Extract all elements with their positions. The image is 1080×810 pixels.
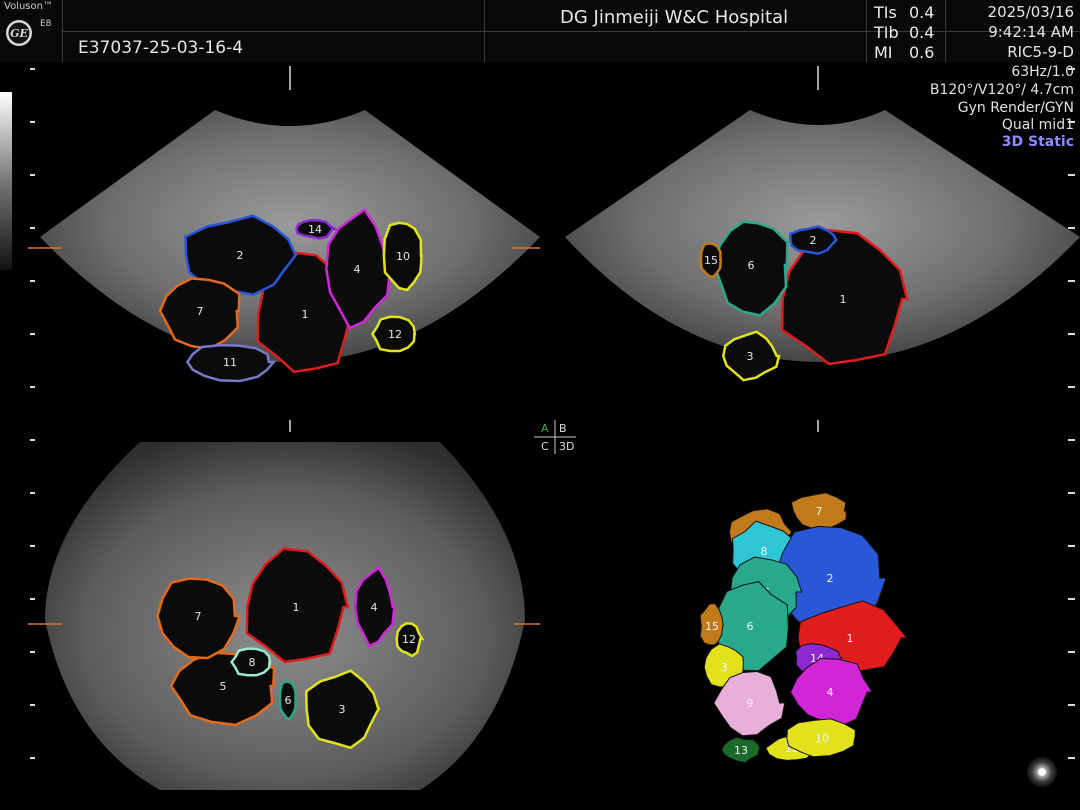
ge-logo: GE (0, 0, 62, 62)
hospital-name: DG Jinmeiji W&C Hospital (560, 7, 789, 28)
mi-value: 0.6 (909, 43, 935, 62)
cyst-label: 7 (195, 610, 202, 623)
cyst-label: 14 (308, 223, 322, 236)
cyst-label: 15 (704, 254, 718, 267)
cyst-label: 12 (402, 633, 416, 646)
header-divider (866, 0, 867, 62)
patient-id: E37037-25-03-16-4 (78, 38, 244, 58)
mi-label: MI (874, 43, 893, 62)
rendered-cyst-label: 1 (847, 632, 854, 645)
cyst-label: 1 (293, 601, 300, 614)
rendered-cyst-label: 4 (827, 686, 834, 699)
tis-value: 0.4 (909, 3, 935, 22)
header-divider (484, 0, 485, 62)
rendered-cyst-label: 13 (734, 744, 748, 757)
cyst-label: 3 (339, 703, 346, 716)
rendered-cyst-label: 7 (816, 505, 823, 518)
cyst-label: 5 (220, 680, 227, 693)
cyst-label: 6 (748, 259, 755, 272)
view-a: 124710111214 (28, 66, 540, 383)
cyst-label: 11 (223, 356, 237, 369)
rendered-cyst-label: 8 (761, 545, 768, 558)
cyst-label: 2 (237, 249, 244, 262)
cyst-label: 1 (302, 308, 309, 321)
rendered-cyst-label: 2 (827, 572, 834, 585)
tib-label: TIb (874, 23, 899, 42)
cyst-label: 3 (747, 350, 754, 363)
header-divider (62, 0, 63, 62)
cyst-label: 6 (285, 694, 292, 707)
cyst-label: 7 (197, 305, 204, 318)
rendered-cyst-label: 6 (747, 620, 754, 633)
view-b: 1 2 3 6 15 (565, 66, 1080, 382)
tib-value: 0.4 (909, 23, 935, 42)
cyst-label: 8 (249, 656, 256, 669)
cyst-label: 2 (810, 234, 817, 247)
cyst-label: 4 (371, 601, 378, 614)
header-divider (945, 0, 946, 62)
rendered-cyst-label: 3 (721, 661, 728, 674)
probe-name: RIC5-9-D (1007, 43, 1074, 61)
exam-date: 2025/03/16 (987, 3, 1074, 21)
trackball-indicator[interactable] (1027, 757, 1057, 787)
rendered-cyst-label: 9 (747, 697, 754, 710)
render-view: 758216615114394121013 (699, 420, 909, 764)
cyst-label: 10 (396, 250, 410, 263)
view-c: 1 3 4 5 6 7 8 12 (28, 420, 540, 790)
cyst-label: 12 (388, 328, 402, 341)
model-label: E8 (40, 19, 52, 29)
tis-label: TIs (874, 3, 897, 22)
ge-logo-text: GE (10, 27, 28, 40)
rendered-cyst-label: 10 (815, 732, 829, 745)
cyst-label: 4 (354, 263, 361, 276)
exam-time: 9:42:14 AM (988, 23, 1074, 41)
cyst-label: 1 (840, 293, 847, 306)
rendered-cyst-label: 15 (705, 620, 719, 633)
ultrasound-screen: Voluson™ GE E8 E37037-25-03-16-4 DG Jinm… (0, 0, 1080, 810)
